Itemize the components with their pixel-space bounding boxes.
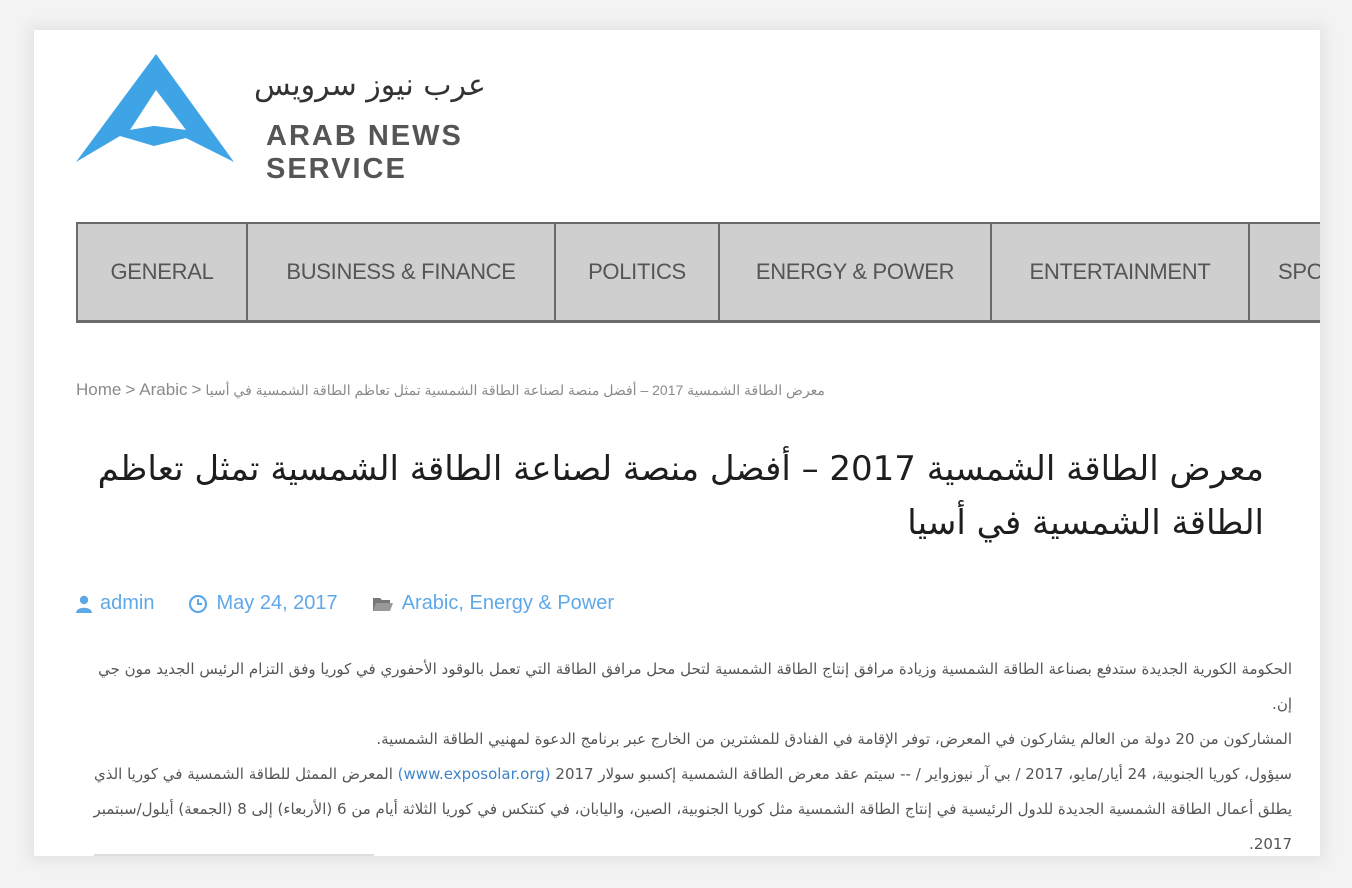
category-links[interactable]: Arabic, Energy & Power (402, 592, 614, 615)
main-navigation: GENERAL BUSINESS & FINANCE POLITICS ENER… (76, 222, 1320, 323)
exposolar-link[interactable]: (www.exposolar.org) (398, 765, 551, 783)
article-body: الحكومة الكورية الجديدة ستدفع بصناعة الط… (82, 652, 1293, 856)
date-link[interactable]: May 24, 2017 (216, 592, 337, 615)
breadcrumb: Home > Arabic > معرض الطاقة الشمسية 2017 – أ… (76, 380, 825, 400)
article-title: معرض الطاقة الشمسية 2017 – أفضل منصة لصن… (97, 449, 1264, 543)
nav-item-general[interactable]: GENERAL (76, 224, 246, 320)
breadcrumb-separator: > (125, 380, 136, 399)
nav-item-politics[interactable]: POLITICS (554, 224, 718, 320)
site-logo[interactable]: عرب نيوز سرويس ARAB NEWS SERVICE (74, 50, 574, 185)
nav-item-energy-power[interactable]: ENERGY & POWER (718, 224, 990, 320)
date-meta[interactable]: May 24, 2017 (188, 592, 338, 615)
breadcrumb-separator: > (191, 380, 202, 399)
article-meta: admin May 24, 2017 Arabic, Energy & Powe… (76, 592, 614, 615)
nav-item-entertainment[interactable]: ENTERTAINMENT (990, 224, 1248, 320)
user-icon (76, 595, 92, 613)
logo-english-text: ARAB NEWS SERVICE (266, 120, 463, 185)
breadcrumb-home-link[interactable]: Home (76, 380, 121, 399)
divider (94, 854, 374, 856)
article-paragraph: الحكومة الكورية الجديدة ستدفع بصناعة الط… (98, 660, 1292, 713)
breadcrumb-category-link[interactable]: Arabic (139, 380, 187, 399)
webpage: عرب نيوز سرويس ARAB NEWS SERVICE GENERAL… (34, 30, 1320, 856)
article-paragraph: المشاركون من 20 دولة من العالم يشاركون ف… (376, 730, 1292, 748)
logo-triangle-icon (76, 54, 234, 162)
article-sentence: سيؤول، كوريا الجنوبية، 24 أيار/مايو، 201… (555, 765, 1292, 783)
nav-item-business-finance[interactable]: BUSINESS & FINANCE (246, 224, 554, 320)
category-meta: Arabic, Energy & Power (372, 592, 614, 615)
author-link[interactable]: admin (100, 592, 154, 615)
article-paragraph: سيؤول، كوريا الجنوبية، 24 أيار/مايو، 201… (82, 757, 1293, 856)
folder-icon (372, 597, 393, 611)
logo-arabic-text: عرب نيوز سرويس (254, 68, 486, 103)
author-meta[interactable]: admin (76, 592, 154, 615)
nav-item-sports[interactable]: SPO (1248, 224, 1320, 320)
clock-icon (189, 594, 208, 613)
breadcrumb-current: معرض الطاقة الشمسية 2017 – أفضل منصة لصن… (205, 382, 825, 398)
